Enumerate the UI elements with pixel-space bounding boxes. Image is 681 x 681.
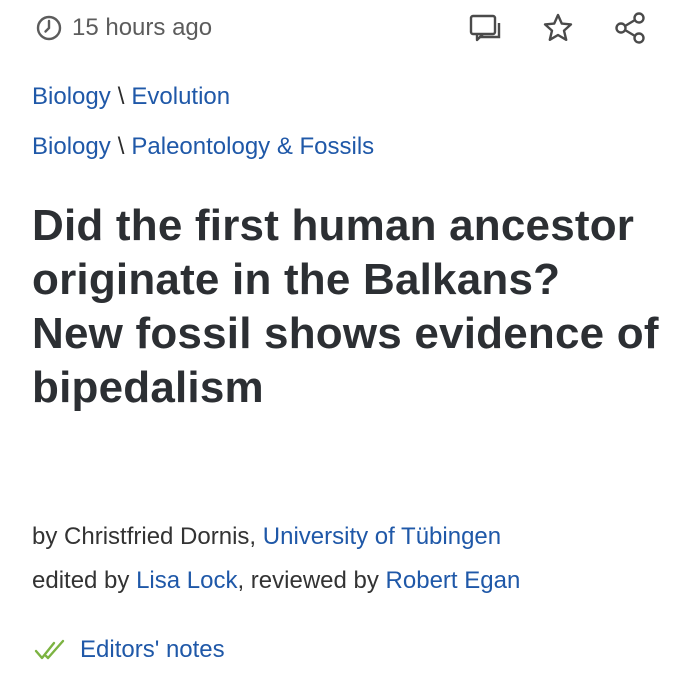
reviewed-by-prefix: , reviewed by bbox=[237, 567, 379, 594]
time-ago-text: 15 hours ago bbox=[72, 14, 213, 41]
comments-icon bbox=[469, 14, 501, 42]
breadcrumb-separator: \ bbox=[117, 83, 125, 110]
article-header: 15 hours ago Biology \ Evolution Biology… bbox=[0, 0, 681, 681]
double-check-icon bbox=[34, 639, 65, 660]
breadcrumb-evolution: Biology \ Evolution bbox=[32, 83, 230, 111]
editors-notes-button[interactable]: Editors' notes bbox=[34, 636, 225, 664]
bookmark-button[interactable] bbox=[540, 10, 576, 46]
breadcrumb-link-paleontology-fossils[interactable]: Paleontology & Fossils bbox=[131, 133, 374, 160]
breadcrumb-link-biology[interactable]: Biology bbox=[32, 83, 111, 110]
clock-icon bbox=[36, 15, 62, 41]
star-icon bbox=[543, 13, 573, 41]
publish-time: 15 hours ago bbox=[36, 14, 212, 42]
by-prefix: by bbox=[32, 523, 58, 550]
breadcrumb-link-biology[interactable]: Biology bbox=[32, 133, 111, 160]
editors-notes-label: Editors' notes bbox=[80, 636, 225, 663]
edited-by-prefix: edited by bbox=[32, 567, 130, 594]
editor-link[interactable]: Lisa Lock bbox=[136, 567, 237, 594]
editor-line: edited by Lisa Lock, reviewed by Robert … bbox=[32, 567, 520, 595]
share-icon bbox=[615, 12, 645, 44]
breadcrumb-paleontology: Biology \ Paleontology & Fossils bbox=[32, 133, 374, 161]
comments-button[interactable] bbox=[468, 10, 504, 46]
share-button[interactable] bbox=[612, 10, 648, 46]
reviewer-link[interactable]: Robert Egan bbox=[386, 567, 521, 594]
institution-link[interactable]: University of Tübingen bbox=[263, 523, 501, 550]
breadcrumb-separator: \ bbox=[117, 133, 125, 160]
breadcrumb-link-evolution[interactable]: Evolution bbox=[131, 83, 230, 110]
byline-comma: , bbox=[249, 523, 257, 550]
author-line: by Christfried Dornis, University of Tüb… bbox=[32, 523, 501, 551]
author-name: Christfried Dornis bbox=[64, 523, 250, 550]
article-title: Did the first human ancestor originate i… bbox=[32, 201, 659, 412]
article-actions bbox=[468, 10, 648, 46]
article-meta-bar: 15 hours ago bbox=[36, 10, 648, 46]
